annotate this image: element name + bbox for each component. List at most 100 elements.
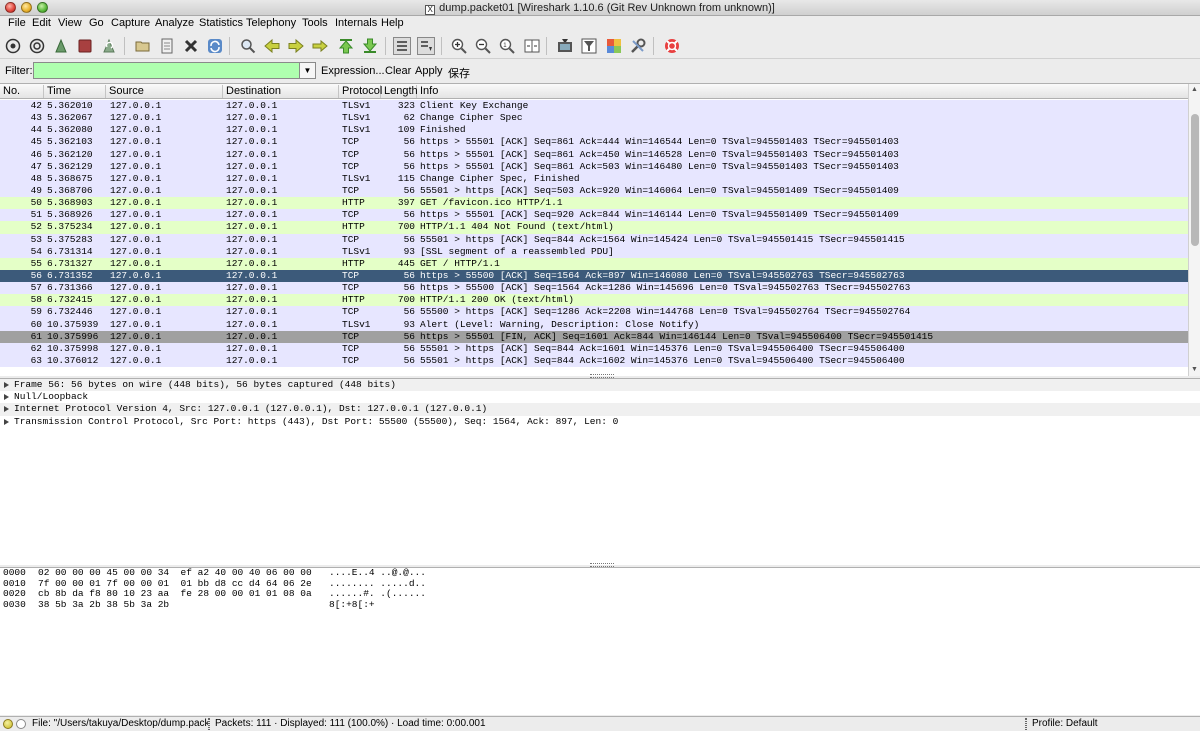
first-packet-icon[interactable] (337, 37, 355, 55)
interface-list-icon[interactable] (4, 37, 22, 55)
menu-capture[interactable]: Capture (111, 17, 150, 29)
packet-row[interactable]: 49 5.368706 127.0.0.1 127.0.0.1 TCP 56 55501 >… (0, 184, 1188, 198)
packet-details-pane[interactable]: Frame 56: 56 bytes on wire (448 bits), 5… (0, 378, 1200, 565)
details-row-ipv4[interactable]: Internet Protocol Version 4, Src: 127.0.… (0, 403, 1200, 416)
packet-row[interactable]: 58 6.732415 127.0.0.1 127.0.0.1 HTTP 700 HTTP/… (0, 294, 1188, 307)
menu-internals[interactable]: Internals (335, 17, 377, 29)
packet-row[interactable]: 63 10.376012 127.0.0.1 127.0.0.1 TCP 56 55501 … (0, 354, 1188, 368)
details-row-frame[interactable]: Frame 56: 56 bytes on wire (448 bits), 5… (0, 379, 1200, 392)
bytes-ascii[interactable]: ....E..4 ..@.@... (329, 568, 426, 578)
packet-list-scrollbar[interactable]: ▲ ▼ (1188, 84, 1200, 376)
bytes-ascii[interactable]: ........ .....d.. (329, 578, 426, 589)
help-icon[interactable] (663, 37, 681, 55)
stop-capture-icon[interactable] (76, 37, 94, 55)
packet-row[interactable]: 59 6.732446 127.0.0.1 127.0.0.1 TCP 56 55500 >… (0, 306, 1188, 319)
column-header-source[interactable]: Source (106, 85, 223, 98)
scroll-down-icon[interactable]: ▼ (1189, 365, 1200, 375)
menu-go[interactable]: Go (89, 17, 104, 29)
packet-row[interactable]: 48 5.368675 127.0.0.1 127.0.0.1 TLSv1 115 Chan… (0, 172, 1188, 185)
packet-row[interactable]: 42 5.362010 127.0.0.1 127.0.0.1 TLSv1 323 Clie… (0, 100, 1188, 113)
packet-row[interactable]: 60 10.375939 127.0.0.1 127.0.0.1 TLSv1 93 Aler… (0, 318, 1188, 331)
capture-options-icon[interactable] (28, 37, 46, 55)
apply-button[interactable]: Apply (415, 65, 443, 77)
coloring-rules-icon[interactable] (605, 37, 623, 55)
packet-row[interactable]: 56 6.731352 127.0.0.1 127.0.0.1 TCP 56 https >… (0, 269, 1188, 283)
last-packet-icon[interactable] (361, 37, 379, 55)
menu-analyze[interactable]: Analyze (155, 17, 194, 29)
packet-row[interactable]: 45 5.362103 127.0.0.1 127.0.0.1 TCP 56 https >… (0, 136, 1188, 149)
packet-row[interactable]: 44 5.362080 127.0.0.1 127.0.0.1 TLSv1 109 Fini… (0, 124, 1188, 137)
normal-size-icon[interactable]: 1 (498, 37, 516, 55)
capture-filters-icon[interactable] (556, 37, 574, 55)
packet-row[interactable]: 57 6.731366 127.0.0.1 127.0.0.1 TCP 56 https >… (0, 282, 1188, 295)
start-capture-icon[interactable] (52, 37, 70, 55)
zoom-in-icon[interactable] (450, 37, 468, 55)
capture-comment-icon[interactable] (16, 719, 26, 729)
column-header-info[interactable]: Info (417, 85, 1188, 98)
scrollbar-thumb[interactable] (1191, 114, 1199, 246)
bytes-ascii[interactable]: ......#. .(...... (329, 589, 426, 599)
save-filter-button[interactable]: 保存 (448, 65, 470, 81)
expand-triangle-icon[interactable] (4, 394, 9, 401)
go-back-icon[interactable] (263, 37, 281, 55)
details-row-tcp[interactable]: Transmission Control Protocol, Src Port:… (0, 416, 1200, 428)
menu-view[interactable]: View (58, 17, 82, 29)
menu-file[interactable]: File (8, 17, 26, 29)
column-header-protocol[interactable]: Protocol (339, 85, 382, 98)
column-header-no[interactable]: No. (0, 85, 44, 98)
filter-history-dropdown[interactable]: ▼ (300, 62, 316, 79)
menu-help[interactable]: Help (381, 17, 404, 29)
packet-bytes-pane[interactable]: 0000 02 00 00 00 45 00 00 34 ef a2 40 00 … (0, 567, 1200, 715)
status-divider[interactable] (208, 718, 210, 730)
menu-edit[interactable]: Edit (32, 17, 51, 29)
find-packet-icon[interactable] (239, 37, 257, 55)
packet-row[interactable]: 47 5.362129 127.0.0.1 127.0.0.1 TCP 56 https >… (0, 160, 1188, 173)
preferences-icon[interactable] (629, 37, 647, 55)
packet-row[interactable]: 51 5.368926 127.0.0.1 127.0.0.1 TCP 56 https >… (0, 209, 1188, 222)
save-file-icon[interactable] (158, 37, 176, 55)
packet-row[interactable]: 52 5.375234 127.0.0.1 127.0.0.1 HTTP 700 HTTP/… (0, 221, 1188, 234)
packet-row[interactable]: 43 5.362067 127.0.0.1 127.0.0.1 TLSv1 62 Chang… (0, 112, 1188, 125)
menu-telephony[interactable]: Telephony (246, 17, 296, 29)
clear-button[interactable]: Clear (385, 65, 411, 77)
expand-triangle-icon[interactable] (4, 418, 9, 425)
reload-icon[interactable] (206, 37, 224, 55)
auto-scroll-icon[interactable] (417, 37, 435, 55)
bytes-hex[interactable]: cb 8b da f8 80 10 23 aa fe 28 00 00 01 0… (38, 589, 312, 599)
packet-list-pane[interactable]: No. Time Source Destination Protocol Len… (0, 83, 1200, 376)
expression-button[interactable]: Expression... (321, 65, 385, 77)
details-row-null-loopback[interactable]: Null/Loopback (0, 391, 1200, 403)
display-filter-input[interactable] (33, 62, 300, 79)
bytes-hex[interactable]: 38 5b 3a 2b 38 5b 3a 2b (38, 599, 169, 610)
bytes-ascii[interactable]: 8[:+8[:+ (329, 599, 375, 610)
packet-row[interactable]: 50 5.368903 127.0.0.1 127.0.0.1 HTTP 397 GET /… (0, 197, 1188, 210)
scroll-up-icon[interactable]: ▲ (1189, 85, 1200, 95)
close-file-icon[interactable] (182, 37, 200, 55)
go-forward-icon[interactable] (287, 37, 305, 55)
go-to-packet-icon[interactable] (311, 37, 329, 55)
packet-row[interactable]: 62 10.375998 127.0.0.1 127.0.0.1 TCP 56 55501 … (0, 342, 1188, 355)
bytes-hex[interactable]: 02 00 00 00 45 00 00 34 ef a2 40 00 40 0… (38, 568, 312, 578)
column-header-destination[interactable]: Destination (223, 85, 339, 98)
resize-columns-icon[interactable] (523, 37, 541, 55)
packet-row[interactable]: 53 5.375283 127.0.0.1 127.0.0.1 TCP 56 55501 >… (0, 233, 1188, 246)
packet-row[interactable]: 54 6.731314 127.0.0.1 127.0.0.1 TLSv1 93 [SSL … (0, 245, 1188, 258)
colorize-icon[interactable] (393, 37, 411, 55)
restart-capture-icon[interactable] (100, 37, 118, 55)
status-divider[interactable] (1025, 718, 1027, 730)
expand-triangle-icon[interactable] (4, 406, 9, 413)
packet-row[interactable]: 61 10.375996 127.0.0.1 127.0.0.1 TCP 56 https … (0, 330, 1188, 343)
packet-row[interactable]: 55 6.731327 127.0.0.1 127.0.0.1 HTTP 445 GET /… (0, 257, 1188, 270)
packet-row[interactable]: 46 5.362120 127.0.0.1 127.0.0.1 TCP 56 https >… (0, 148, 1188, 161)
menu-tools[interactable]: Tools (302, 17, 328, 29)
status-profile[interactable]: Profile: Default (1032, 718, 1098, 729)
expand-triangle-icon[interactable] (4, 382, 9, 388)
display-filters-icon[interactable] (580, 37, 598, 55)
column-header-length[interactable]: Length (381, 85, 418, 98)
bytes-hex[interactable]: 7f 00 00 01 7f 00 00 01 01 bb d8 cc d4 6… (38, 578, 312, 589)
open-file-icon[interactable] (134, 37, 152, 55)
column-header-time[interactable]: Time (44, 85, 106, 98)
zoom-out-icon[interactable] (474, 37, 492, 55)
menu-statistics[interactable]: Statistics (199, 17, 243, 29)
expert-info-icon[interactable] (3, 719, 13, 729)
